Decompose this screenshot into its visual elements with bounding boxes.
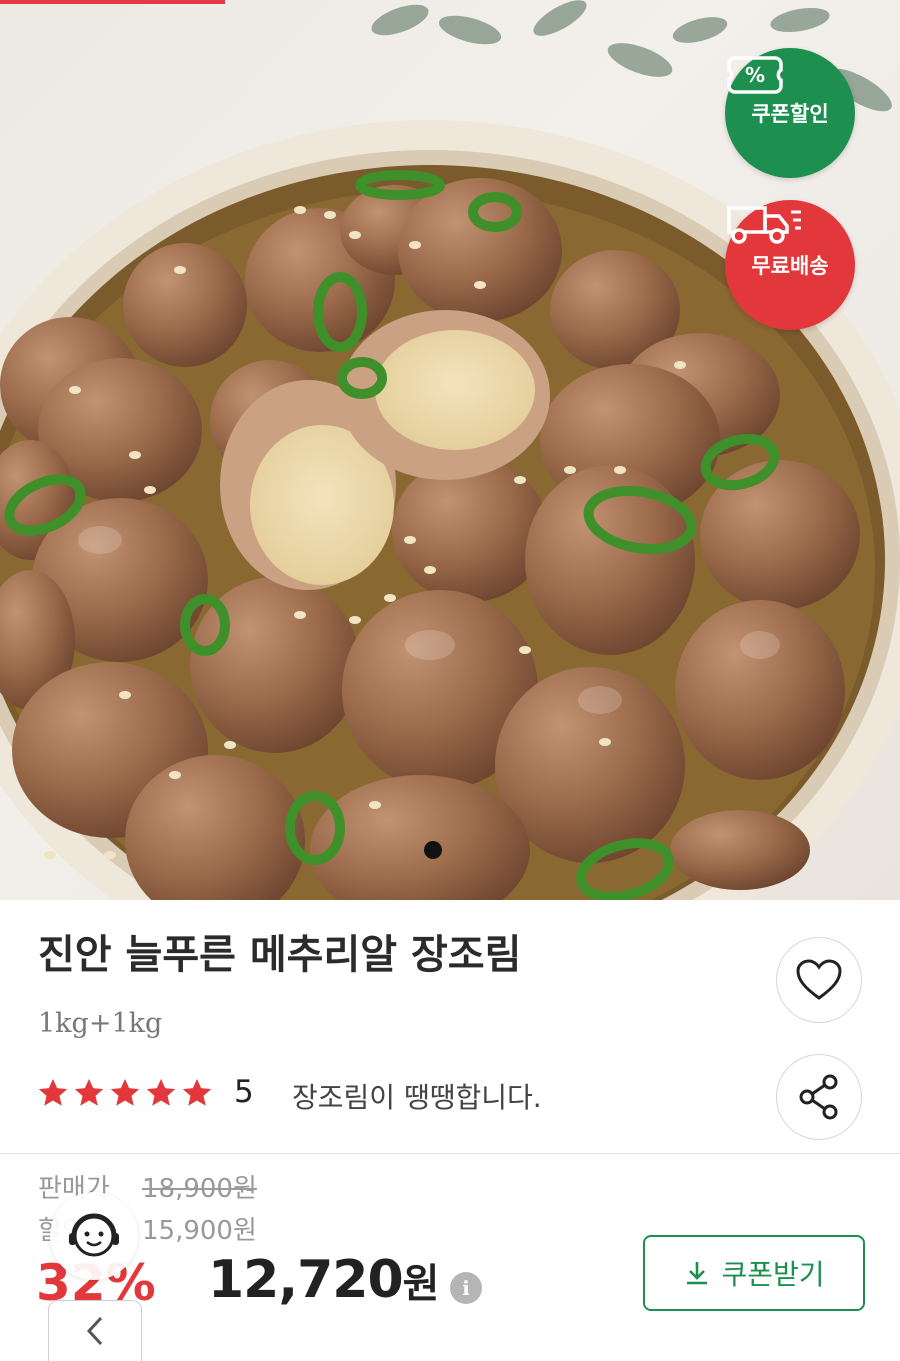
final-price: 12,720원 xyxy=(208,1250,440,1310)
rating-stars xyxy=(36,1076,214,1110)
section-divider xyxy=(0,1153,900,1154)
product-title: 진안 늘푸른 메추리알 장조림 xyxy=(38,932,522,978)
star-icon xyxy=(182,1078,212,1106)
coupon-discount-badge: % 쿠폰할인 xyxy=(725,48,855,178)
price-info-icon[interactable]: i xyxy=(450,1272,482,1304)
star-icon xyxy=(74,1078,104,1106)
rating-value: 5 xyxy=(234,1074,254,1110)
svg-text:%: % xyxy=(745,63,765,87)
coupon-discount-label: 쿠폰할인 xyxy=(751,102,829,126)
coupon-percent-icon: % xyxy=(727,56,783,94)
download-icon xyxy=(687,1262,708,1285)
share-button[interactable] xyxy=(776,1054,862,1140)
free-shipping-label: 무료배송 xyxy=(751,254,829,278)
final-price-number: 12,720 xyxy=(208,1250,404,1310)
carousel-indicator-dot[interactable] xyxy=(424,841,442,859)
back-button[interactable] xyxy=(48,1300,142,1361)
product-image[interactable]: % 쿠폰할인 무료배송 xyxy=(0,0,900,900)
get-coupon-label: 쿠폰받기 xyxy=(721,1258,825,1291)
star-icon xyxy=(38,1078,68,1106)
delivery-truck-icon xyxy=(727,206,801,244)
heart-icon xyxy=(796,959,842,1000)
original-price: 18,900원 xyxy=(142,1174,257,1204)
final-price-unit: 원 xyxy=(402,1261,440,1307)
star-icon xyxy=(110,1078,140,1106)
customer-chat-button[interactable] xyxy=(50,1192,138,1280)
wishlist-button[interactable] xyxy=(776,937,862,1023)
share-icon xyxy=(799,1074,838,1120)
discounted-price: 15,900원 xyxy=(142,1216,257,1246)
review-snippet[interactable]: 장조림이 땡땡합니다. xyxy=(292,1076,542,1116)
get-coupon-button[interactable]: 쿠폰받기 xyxy=(643,1235,865,1311)
star-icon xyxy=(146,1078,176,1106)
chevron-left-icon xyxy=(86,1316,103,1346)
top-accent-bar xyxy=(0,0,225,4)
product-option: 1kg+1kg xyxy=(38,1008,163,1039)
headset-agent-icon xyxy=(69,1213,119,1257)
free-shipping-badge: 무료배송 xyxy=(725,200,855,330)
